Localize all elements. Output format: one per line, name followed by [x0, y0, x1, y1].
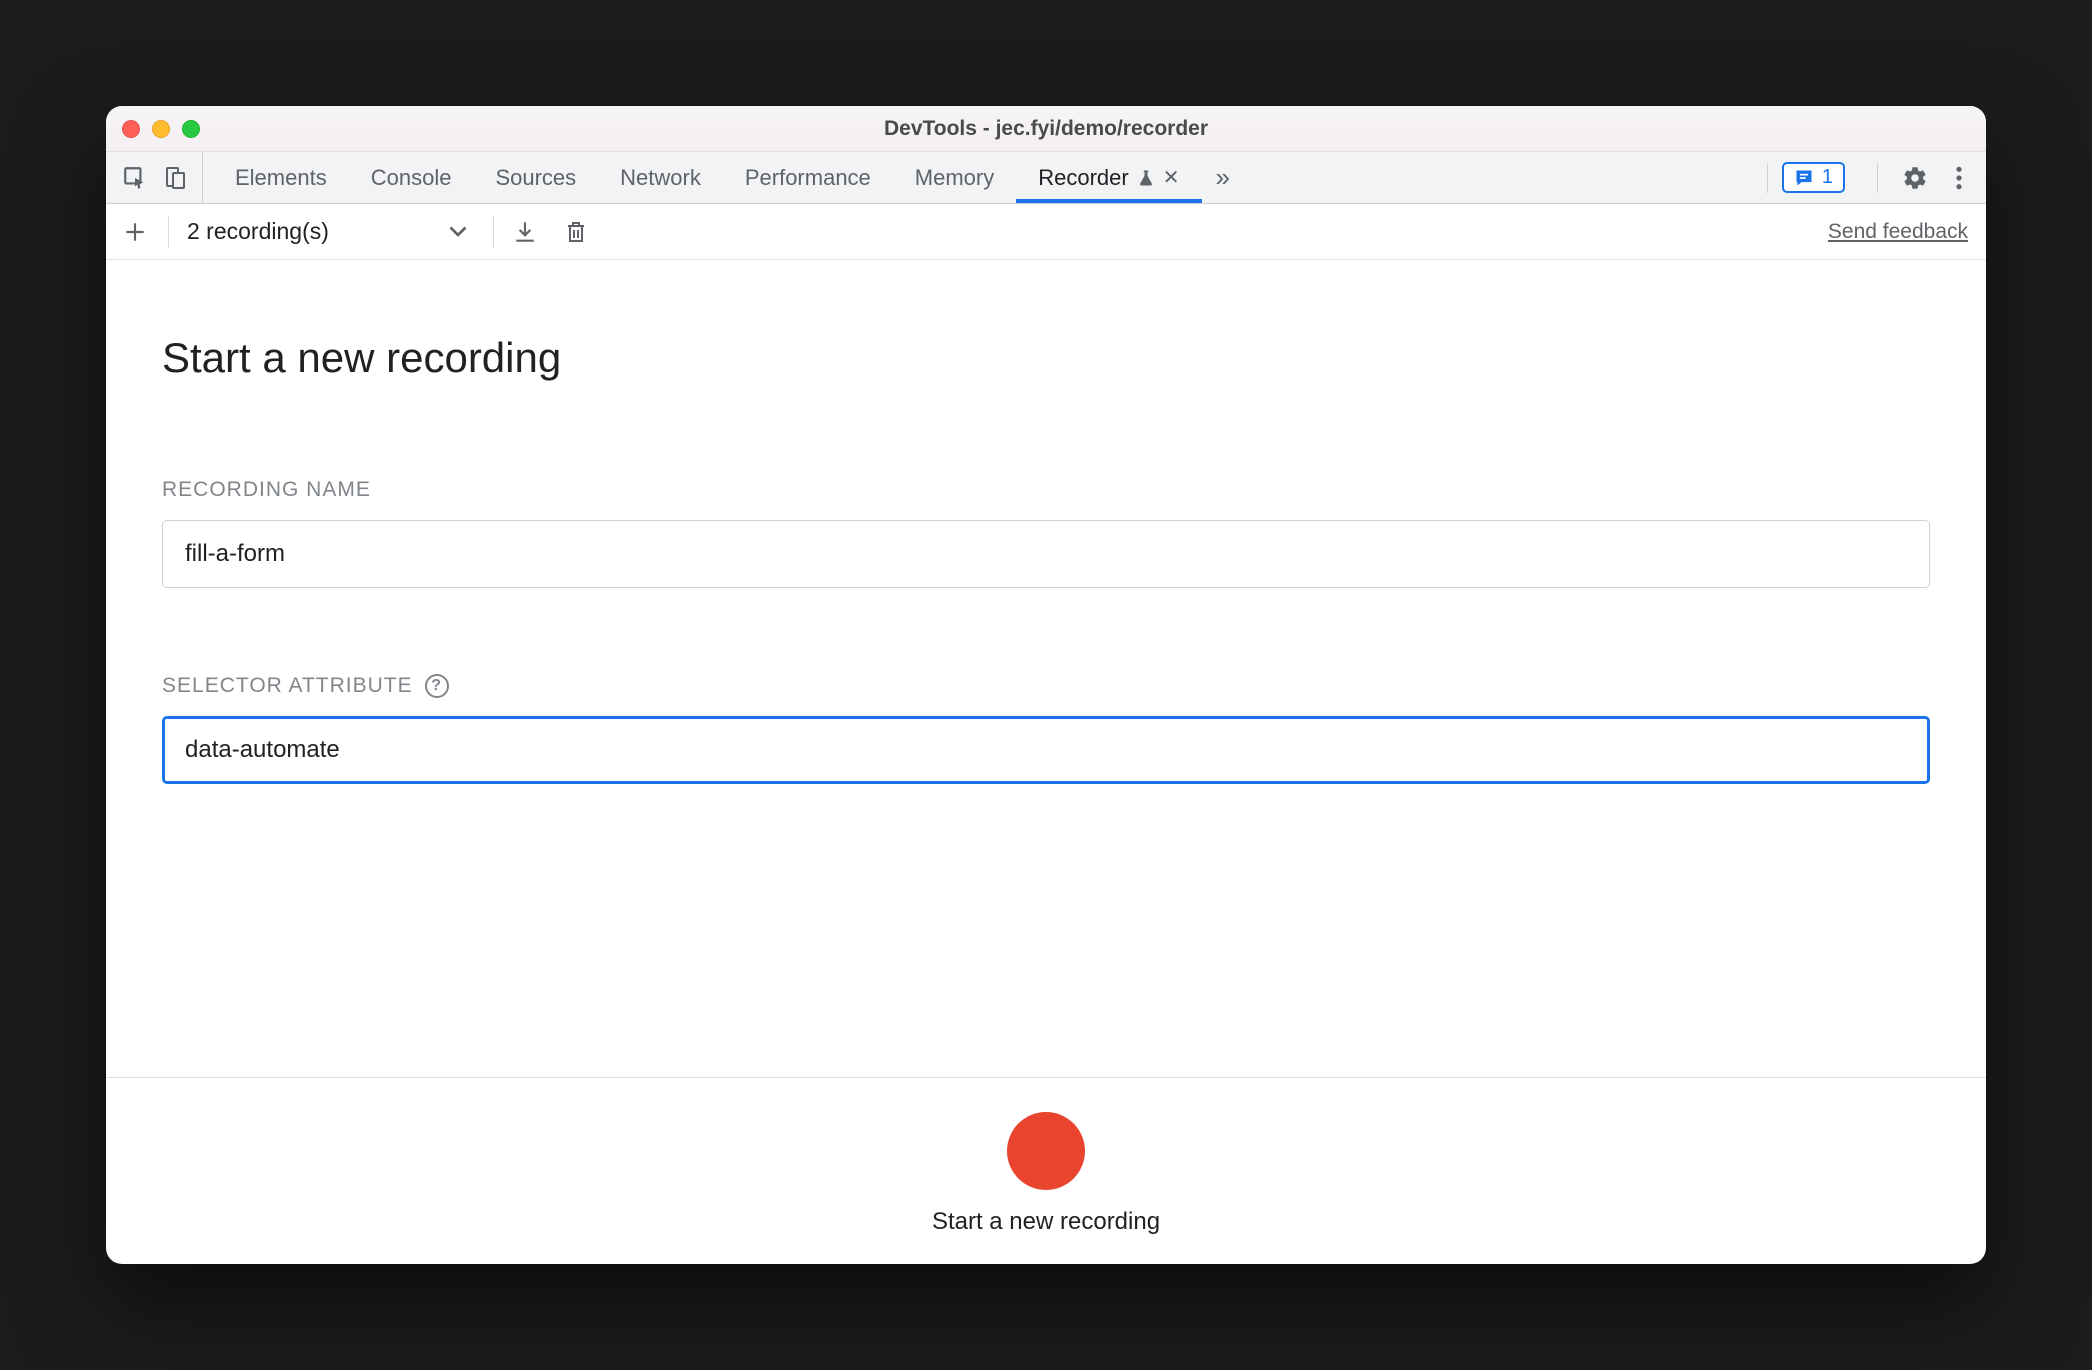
recording-name-field-group: RECORDING NAME [162, 478, 1930, 588]
devtools-window: DevTools - jec.fyi/demo/recorder [106, 106, 1986, 1264]
help-icon[interactable]: ? [425, 674, 449, 698]
tab-label: Recorder [1038, 165, 1128, 191]
new-recording-form: Start a new recording RECORDING NAME SEL… [106, 260, 1986, 1077]
issues-count: 1 [1822, 166, 1833, 189]
settings-button[interactable] [1902, 165, 1928, 191]
divider [493, 216, 494, 248]
recorder-toolbar: 2 recording(s) [106, 204, 1986, 260]
divider [1767, 163, 1768, 193]
window-zoom-button[interactable] [182, 120, 200, 138]
tab-label: Console [371, 165, 452, 191]
flask-icon [1137, 168, 1155, 188]
recordings-count-label: 2 recording(s) [187, 218, 329, 245]
tab-label: Performance [745, 165, 871, 191]
tab-sources[interactable]: Sources [473, 152, 598, 203]
window-minimize-button[interactable] [152, 120, 170, 138]
window-traffic-lights [122, 120, 200, 138]
selector-attribute-input[interactable] [162, 716, 1930, 784]
chevrons-right-icon: » [1216, 162, 1230, 193]
window-title: DevTools - jec.fyi/demo/recorder [106, 117, 1986, 141]
tab-memory[interactable]: Memory [893, 152, 1016, 203]
tab-label: Network [620, 165, 701, 191]
tabstrip-right-cluster: 1 [1753, 152, 1986, 203]
tab-performance[interactable]: Performance [723, 152, 893, 203]
start-recording-label: Start a new recording [932, 1208, 1160, 1236]
inspect-toolbar [116, 152, 203, 203]
divider [1877, 163, 1878, 193]
recording-name-label: RECORDING NAME [162, 478, 1930, 502]
device-mode-icon[interactable] [162, 165, 188, 191]
recordings-dropdown[interactable]: 2 recording(s) [187, 218, 475, 245]
window-titlebar: DevTools - jec.fyi/demo/recorder [106, 106, 1986, 152]
tab-close-icon[interactable]: ✕ [1163, 165, 1180, 190]
kebab-menu-button[interactable] [1946, 165, 1972, 191]
inspect-element-icon[interactable] [122, 165, 148, 191]
tab-console[interactable]: Console [349, 152, 474, 203]
selector-attribute-field-group: SELECTOR ATTRIBUTE ? [162, 674, 1930, 784]
tab-network[interactable]: Network [598, 152, 723, 203]
selector-attribute-label: SELECTOR ATTRIBUTE ? [162, 674, 1930, 698]
divider [168, 216, 169, 248]
new-recording-button[interactable] [120, 217, 150, 247]
window-close-button[interactable] [122, 120, 140, 138]
devtools-tabstrip: Elements Console Sources Network Perform… [106, 152, 1986, 204]
message-icon [1794, 168, 1814, 188]
recorder-footer: Start a new recording [106, 1077, 1986, 1264]
export-button[interactable] [512, 219, 538, 245]
more-tabs-button[interactable]: » [1202, 152, 1244, 203]
delete-button[interactable] [564, 219, 588, 245]
issues-badge[interactable]: 1 [1782, 162, 1845, 193]
tab-label: Sources [495, 165, 576, 191]
recorder-content: Start a new recording RECORDING NAME SEL… [106, 260, 1986, 1264]
start-recording-button[interactable] [1007, 1112, 1085, 1190]
field-label-text: SELECTOR ATTRIBUTE [162, 674, 413, 698]
send-feedback-link[interactable]: Send feedback [1828, 220, 1968, 244]
chevron-down-icon [449, 226, 467, 238]
page-title: Start a new recording [162, 334, 1930, 382]
field-label-text: RECORDING NAME [162, 478, 371, 502]
tab-label: Memory [915, 165, 994, 191]
tab-elements[interactable]: Elements [213, 152, 349, 203]
tab-recorder[interactable]: Recorder ✕ [1016, 152, 1201, 203]
tab-label: Elements [235, 165, 327, 191]
recording-name-input[interactable] [162, 520, 1930, 588]
